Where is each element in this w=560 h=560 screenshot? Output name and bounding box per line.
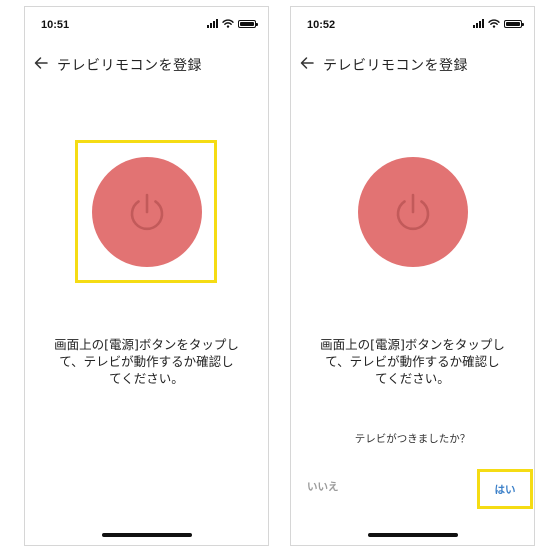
yes-button-label: はい — [494, 483, 516, 496]
instruction-line: てください。 — [109, 371, 184, 386]
yes-button[interactable]: はい — [477, 469, 533, 509]
app-header: テレビリモコンを登録 — [291, 49, 534, 77]
power-icon — [130, 193, 164, 231]
status-icons — [473, 19, 524, 28]
power-button-container — [92, 157, 202, 267]
confirm-question: テレビがつきましたか？ — [354, 433, 471, 445]
app-header: テレビリモコンを登録 — [25, 49, 268, 77]
page-title: テレビリモコンを登録 — [57, 58, 202, 74]
battery-icon — [504, 19, 524, 28]
instruction-text: 画面上の[電源]ボタンをタップし て、テレビが動作するか確認し てください。 — [291, 336, 534, 387]
status-bar: 10:52 — [291, 7, 534, 37]
page-title: テレビリモコンを登録 — [323, 58, 468, 74]
phone-screen-step-1: 10:51 テレビリモコンを登録 画面上の[電源]ボタンをタップし て、テレビが — [24, 6, 269, 546]
status-bar: 10:51 — [25, 7, 268, 37]
wifi-icon — [222, 19, 234, 28]
instruction-line: て、テレビが動作するか確認し — [325, 354, 500, 369]
instruction-line: 画面上の[電源]ボタンをタップし — [320, 337, 505, 352]
no-button[interactable]: いいえ — [307, 479, 339, 494]
status-time: 10:51 — [41, 19, 70, 31]
instruction-line: 画面上の[電源]ボタンをタップし — [54, 337, 239, 352]
back-arrow-icon[interactable] — [299, 55, 315, 71]
instruction-line: て、テレビが動作するか確認し — [59, 354, 234, 369]
home-indicator[interactable] — [102, 533, 192, 537]
instruction-text: 画面上の[電源]ボタンをタップし て、テレビが動作するか確認し てください。 — [25, 336, 268, 387]
home-indicator[interactable] — [368, 533, 458, 537]
status-time: 10:52 — [307, 19, 336, 31]
signal-icon — [473, 19, 484, 28]
power-button[interactable] — [92, 157, 202, 267]
signal-icon — [207, 19, 218, 28]
phone-screen-step-2: 10:52 テレビリモコンを登録 画面上の[電源]ボタンをタップし て、テレビが… — [290, 6, 535, 546]
power-button-container — [358, 157, 468, 267]
power-icon — [396, 193, 430, 231]
back-arrow-icon[interactable] — [33, 55, 49, 71]
wifi-icon — [488, 19, 500, 28]
instruction-line: てください。 — [375, 371, 450, 386]
status-icons — [207, 19, 258, 28]
power-button[interactable] — [358, 157, 468, 267]
battery-icon — [238, 19, 258, 28]
